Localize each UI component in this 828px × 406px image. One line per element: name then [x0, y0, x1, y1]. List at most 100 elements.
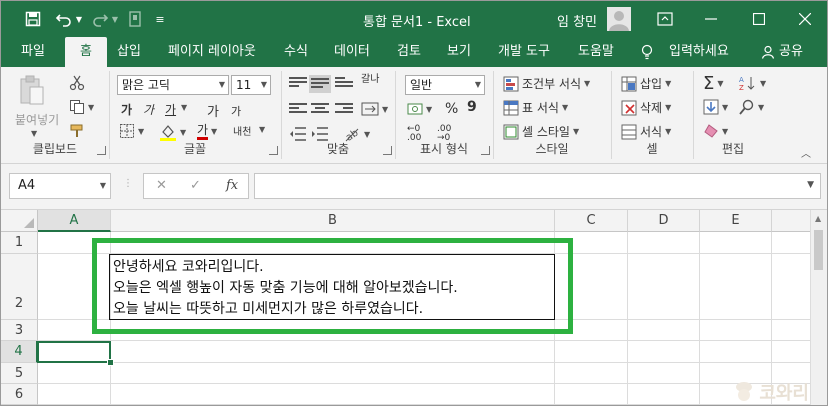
- row-header-4[interactable]: 4: [1, 341, 38, 363]
- minimize-icon[interactable]: [697, 7, 725, 31]
- column-header-b[interactable]: B: [111, 210, 555, 232]
- format-cells-button[interactable]: 서식 ▼: [621, 123, 671, 140]
- tab-insert[interactable]: 삽입: [117, 37, 141, 67]
- sort-filter-icon[interactable]: AZ ▼: [739, 75, 766, 91]
- tell-me-input[interactable]: 입력하세요: [669, 37, 729, 67]
- font-color-icon[interactable]: 가 ▼: [197, 123, 217, 140]
- delete-cells-button[interactable]: 삭제 ▼: [621, 99, 671, 116]
- close-icon[interactable]: [791, 7, 819, 31]
- number-launcher-icon[interactable]: [481, 146, 490, 155]
- clipboard-launcher-icon[interactable]: [97, 146, 106, 155]
- underline-dropdown-icon[interactable]: ▼: [181, 103, 187, 112]
- format-painter-icon[interactable]: [69, 123, 85, 139]
- paste-button-label[interactable]: 붙여넣기: [15, 111, 59, 128]
- font-name-select[interactable]: 맑은 고딕 ▼: [117, 75, 229, 95]
- paste-dropdown-icon[interactable]: ▼: [31, 129, 37, 138]
- tab-developer[interactable]: 개발 도구: [498, 37, 550, 67]
- cell-styles-button[interactable]: 셀 스타일 ▼: [503, 123, 579, 140]
- tab-review[interactable]: 검토: [397, 37, 421, 67]
- percent-icon[interactable]: %: [445, 101, 458, 117]
- ribbon-display-options-icon[interactable]: [651, 7, 679, 31]
- insert-cells-button[interactable]: 삽입 ▼: [621, 75, 671, 92]
- save-icon[interactable]: [23, 9, 43, 29]
- touch-mode-icon[interactable]: [125, 9, 145, 29]
- paste-icon[interactable]: [19, 75, 45, 107]
- row-header-1[interactable]: 1: [1, 232, 38, 254]
- find-select-icon[interactable]: ▼: [739, 99, 764, 115]
- column-header-d[interactable]: D: [628, 210, 700, 232]
- column-header-c[interactable]: C: [555, 210, 628, 232]
- phonetic-button[interactable]: 내천: [233, 123, 251, 138]
- row-header-5[interactable]: 5: [1, 363, 38, 384]
- fill-color-icon[interactable]: ▼: [159, 123, 186, 141]
- redo-icon[interactable]: [89, 9, 111, 29]
- wrap-text-button[interactable]: 갈나: [361, 75, 379, 85]
- worksheet-grid[interactable]: A B C D E 1 2 3 4 5 6 안녕하세요 코와리입니다. 오늘은 …: [1, 210, 827, 405]
- avatar[interactable]: [607, 7, 631, 31]
- tab-data[interactable]: 데이터: [334, 37, 370, 67]
- cancel-formula-icon[interactable]: ✕: [156, 178, 167, 193]
- tab-view[interactable]: 보기: [447, 37, 471, 67]
- scroll-up-icon[interactable]: ▲: [815, 214, 821, 223]
- column-header-f[interactable]: [772, 210, 811, 232]
- tab-file[interactable]: 파일: [21, 37, 45, 67]
- bold-button[interactable]: 가: [121, 101, 132, 118]
- collapse-ribbon-icon[interactable]: ︿: [801, 145, 811, 160]
- column-header-e[interactable]: E: [700, 210, 772, 232]
- phonetic-dropdown-icon[interactable]: ▼: [259, 125, 265, 134]
- currency-icon[interactable]: ▼: [407, 101, 432, 117]
- customize-toolbar-icon[interactable]: ≡: [153, 9, 167, 29]
- clear-icon[interactable]: ▼: [703, 123, 728, 139]
- merge-center-icon[interactable]: ▼: [361, 101, 388, 117]
- tab-help[interactable]: 도움말: [578, 37, 614, 67]
- column-header-a[interactable]: A: [38, 210, 111, 232]
- align-center-icon[interactable]: [311, 103, 329, 117]
- fill-icon[interactable]: ▼: [703, 99, 728, 115]
- formula-input[interactable]: ▼: [254, 173, 821, 199]
- align-right-icon[interactable]: [335, 103, 353, 117]
- scrollbar-thumb[interactable]: [814, 230, 823, 270]
- redo-dropdown-icon[interactable]: ▼: [111, 9, 119, 29]
- share-button[interactable]: 공유: [779, 37, 803, 67]
- autosum-icon[interactable]: Σ ▼: [703, 73, 724, 94]
- align-top-icon[interactable]: [289, 77, 307, 91]
- restore-icon[interactable]: [745, 7, 773, 31]
- alignment-launcher-icon[interactable]: [383, 146, 392, 155]
- share-user-icon[interactable]: [761, 37, 775, 67]
- align-middle-icon[interactable]: [309, 75, 331, 93]
- fill-handle[interactable]: [107, 359, 114, 366]
- conditional-formatting-button[interactable]: 조건부 서식 ▼: [503, 75, 590, 92]
- insert-function-icon[interactable]: fx: [226, 178, 238, 193]
- number-format-select[interactable]: 일반 ▼: [405, 75, 485, 95]
- row-header-2[interactable]: 2: [1, 254, 38, 320]
- user-name[interactable]: 임 창민: [557, 11, 597, 30]
- grow-font-button[interactable]: 가: [207, 101, 219, 120]
- active-cell-a4[interactable]: [37, 341, 111, 363]
- underline-button[interactable]: 가: [165, 101, 176, 118]
- comma-icon[interactable]: 9: [467, 99, 477, 115]
- increase-indent-icon[interactable]: [311, 127, 329, 141]
- italic-button[interactable]: 가: [143, 101, 154, 118]
- tab-home[interactable]: 홈: [65, 37, 107, 67]
- align-bottom-icon[interactable]: [335, 77, 353, 91]
- undo-icon[interactable]: [53, 9, 75, 29]
- decrease-indent-icon[interactable]: [289, 127, 307, 141]
- vertical-scrollbar[interactable]: ▲: [810, 210, 827, 405]
- borders-icon[interactable]: ▼: [119, 123, 144, 139]
- shrink-font-button[interactable]: 가: [231, 103, 241, 119]
- align-left-icon[interactable]: [289, 103, 307, 117]
- formula-bar-grip-icon[interactable]: ⋮: [123, 178, 133, 189]
- row-header-3[interactable]: 3: [1, 320, 38, 341]
- select-all-button[interactable]: [1, 210, 38, 232]
- expand-formula-bar-icon[interactable]: ▼: [807, 180, 814, 190]
- tab-page-layout[interactable]: 페이지 레이아웃: [168, 37, 256, 67]
- undo-dropdown-icon[interactable]: ▼: [75, 9, 83, 29]
- format-as-table-button[interactable]: 표 서식 ▼: [503, 99, 568, 116]
- copy-icon[interactable]: ▼: [69, 99, 94, 115]
- enter-formula-icon[interactable]: ✓: [190, 178, 201, 193]
- font-size-select[interactable]: 11 ▼: [231, 75, 271, 95]
- font-launcher-icon[interactable]: [269, 146, 278, 155]
- cut-icon[interactable]: [69, 75, 85, 91]
- name-box[interactable]: A4 ▼: [9, 173, 111, 199]
- tab-formulas[interactable]: 수식: [284, 37, 308, 67]
